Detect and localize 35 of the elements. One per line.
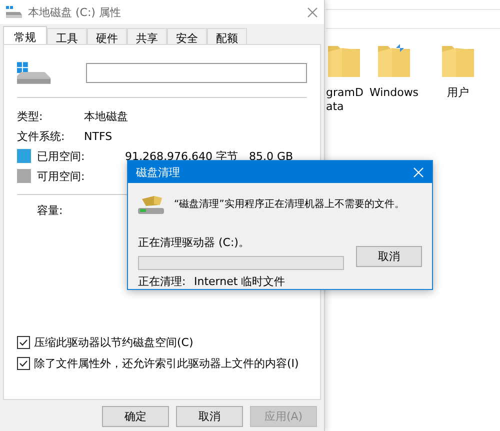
legend-label: 已用空间: — [37, 148, 86, 164]
field-label: 文件系统: — [17, 128, 66, 144]
drive-icon — [17, 62, 53, 84]
window-title: 本地磁盘 (C:) 属性 — [28, 4, 122, 20]
broom-drive-icon — [138, 195, 164, 215]
tab[interactable]: 硬件 — [87, 28, 127, 44]
field-value: 本地磁盘 — [84, 108, 128, 124]
folder-label[interactable]: 用户 — [447, 86, 469, 100]
current-label: 正在清理: — [138, 274, 187, 289]
checkbox[interactable] — [17, 336, 30, 349]
size-value: 85.0 GB — [249, 150, 294, 162]
drive-icon — [6, 6, 22, 18]
folder-label[interactable]: gramD ata — [324, 86, 364, 114]
tab[interactable]: 工具 — [47, 28, 87, 44]
dialog-button[interactable]: 确定 — [102, 406, 169, 427]
checkbox-label[interactable]: 除了文件属性外，还允许索引此驱动器上文件的内容(I) — [34, 356, 299, 371]
tab[interactable]: 安全 — [167, 28, 207, 44]
dialog-title: 磁盘清理 — [136, 164, 181, 180]
legend-label: 可用空间: — [37, 168, 86, 184]
status-text: 正在清理驱动器 (C:)。 — [138, 236, 250, 249]
checkbox[interactable] — [17, 357, 30, 370]
current-item: Internet 临时文件 — [194, 274, 286, 289]
capacity-label: 容量: — [37, 204, 63, 217]
tab[interactable]: 配额 — [207, 28, 247, 44]
dialog-message: “磁盘清理”实用程序正在清理机器上不需要的文件。 — [174, 198, 404, 211]
field-label: 类型: — [17, 108, 44, 124]
dialog-button[interactable]: 取消 — [176, 406, 243, 427]
cancel-button[interactable]: 取消 — [356, 246, 422, 266]
tab[interactable]: 常规 — [3, 26, 47, 44]
folder-label[interactable]: Windows — [369, 86, 419, 100]
tab[interactable]: 共享 — [127, 28, 167, 44]
name-field[interactable] — [86, 63, 307, 83]
close-icon[interactable] — [307, 6, 318, 18]
field-value: NTFS — [84, 130, 112, 142]
checkbox-label[interactable]: 压缩此驱动器以节约磁盘空间(C) — [34, 335, 194, 350]
